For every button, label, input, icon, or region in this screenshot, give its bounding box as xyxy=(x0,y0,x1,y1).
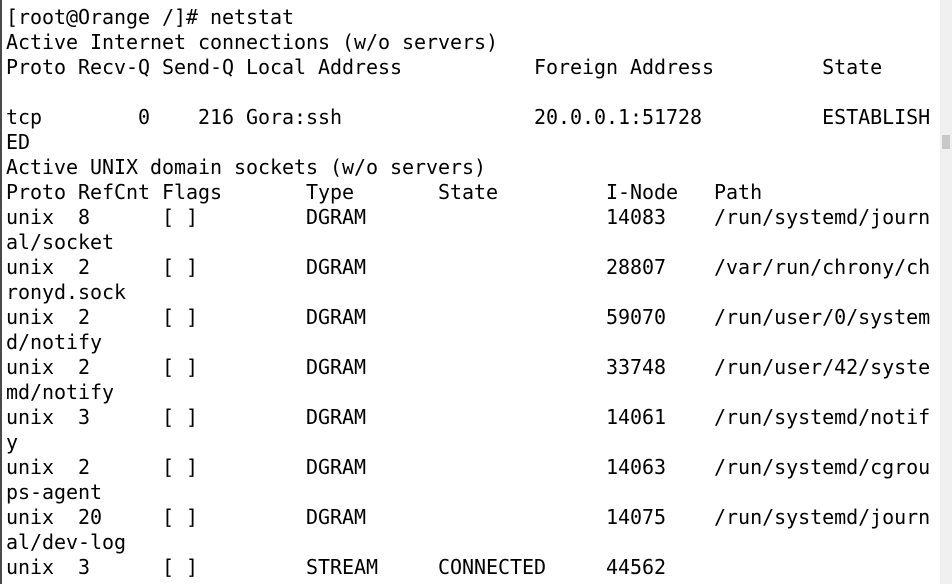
terminal-line: al/dev-log xyxy=(6,530,127,554)
terminal-line-prompt: [root@Orange /]# netstat xyxy=(6,5,295,29)
terminal-line: d/notify xyxy=(6,330,103,354)
terminal-line: unix 2 [ ] DGRAM 59070 /run/user/0/syste… xyxy=(6,305,931,329)
terminal-line: unix 8 [ ] DGRAM 14083 /run/systemd/jour… xyxy=(6,205,931,229)
terminal-line: unix 3 [ ] STREAM CONNECTED 44562 xyxy=(6,555,667,579)
scrollbar-thumb[interactable] xyxy=(942,135,950,149)
terminal-line: ronyd.sock xyxy=(6,280,127,304)
terminal-line: Active Internet connections (w/o servers… xyxy=(6,30,499,54)
terminal-line: unix 2 [ ] DGRAM 33748 /run/user/42/syst… xyxy=(6,355,931,379)
terminal-window[interactable]: [root@Orange /]# netstat Active Internet… xyxy=(0,0,940,584)
vertical-scrollbar[interactable] xyxy=(940,0,952,584)
terminal-line: unix 20 [ ] DGRAM 14075 /run/systemd/jou… xyxy=(6,505,931,529)
terminal-line: al/socket xyxy=(6,230,115,254)
terminal-line: unix 2 [ ] DGRAM 14063 /run/systemd/cgro… xyxy=(6,455,931,479)
terminal-line: unix 3 [ ] DGRAM 14061 /run/systemd/noti… xyxy=(6,405,931,429)
terminal-line-header: Proto Recv-Q Send-Q Local Address Foreig… xyxy=(6,55,883,79)
terminal-line-header: Proto RefCnt Flags Type State I-Node Pat… xyxy=(6,180,763,204)
terminal-line: Active UNIX domain sockets (w/o servers) xyxy=(6,155,487,179)
window-left-border xyxy=(0,0,2,584)
terminal-line: md/notify xyxy=(6,380,115,404)
terminal-line: ps-agent xyxy=(6,480,103,504)
terminal-line: tcp 0 216 Gora:ssh 20.0.0.1:51728 ESTABL… xyxy=(6,105,931,129)
terminal-line: unix 2 [ ] DGRAM 28807 /var/run/chrony/c… xyxy=(6,255,931,279)
terminal-line: y xyxy=(6,430,19,454)
terminal-line: ED xyxy=(6,130,31,154)
